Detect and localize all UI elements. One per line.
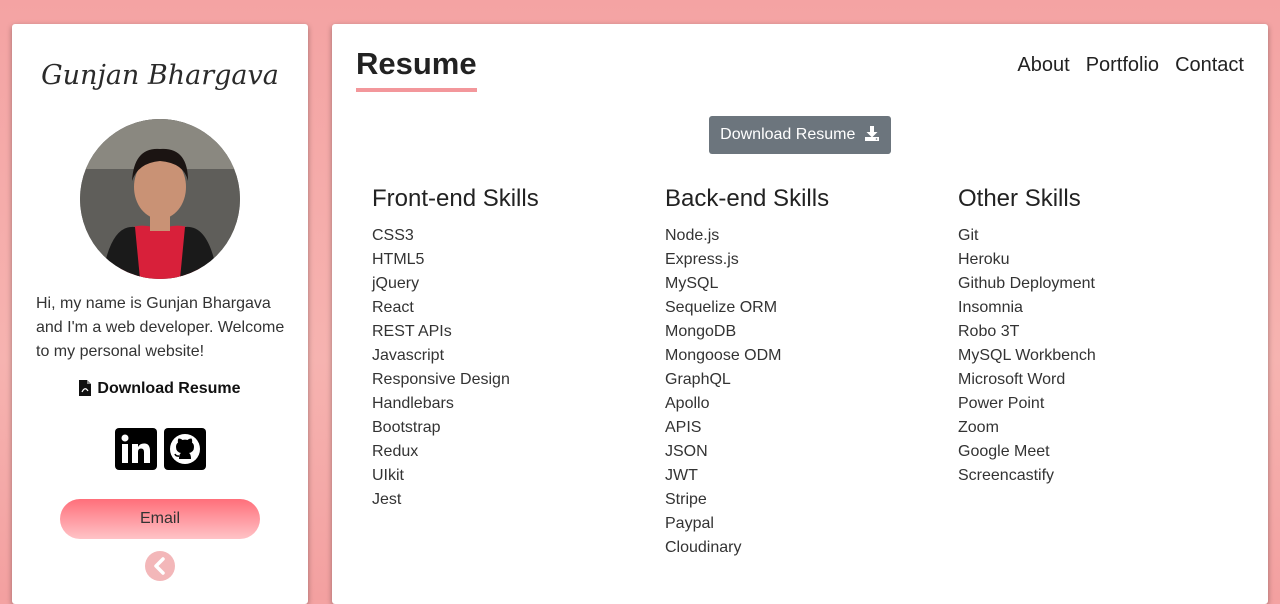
profile-name: Gunjan Bhargava (41, 60, 279, 91)
top-nav: About Portfolio Contact (1017, 54, 1244, 77)
list-item: Express.js (665, 251, 739, 268)
list-item: Stripe (665, 491, 707, 508)
list-item: Node.js (665, 227, 720, 244)
list-item: JSON (665, 443, 708, 460)
list-item: Google Meet (958, 443, 1050, 460)
list-item: UIkit (372, 467, 404, 484)
list-item: Apollo (665, 395, 710, 412)
list-item: Robo 3T (958, 323, 1020, 340)
list-item: Power Point (958, 395, 1045, 412)
list-item: jQuery (372, 275, 420, 292)
skills-list: Node.js Express.js MySQL Sequelize ORM Mongo… (665, 224, 945, 560)
pdf-file-icon (79, 380, 92, 401)
nav-portfolio[interactable]: Portfolio (1086, 54, 1159, 77)
download-resume-button[interactable]: Download Resume (709, 116, 891, 154)
list-item: MySQL Workbench (958, 347, 1096, 364)
list-item: MySQL (665, 275, 719, 292)
list-item: Zoom (958, 419, 999, 436)
list-item: Heroku (958, 251, 1010, 268)
list-item: Microsoft Word (958, 371, 1066, 388)
column-heading: Other Skills (958, 185, 1081, 212)
list-item: Bootstrap (372, 419, 441, 436)
frontend-skills-column: Front-end Skills CSS3 HTML5 jQuery React RES… (372, 184, 652, 512)
github-icon[interactable] (164, 428, 206, 470)
download-resume-link[interactable]: Download Resume (12, 380, 308, 401)
list-item: Insomnia (958, 299, 1023, 316)
list-item: MongoDB (665, 323, 737, 340)
profile-sidebar: Gunjan Bhargava Hi, my name is Gunjan Bh… (12, 24, 308, 604)
nav-contact[interactable]: Contact (1175, 54, 1244, 77)
list-item: JWT (665, 467, 698, 484)
skills-list: CSS3 HTML5 jQuery React REST APIs Javascript R… (372, 224, 652, 512)
list-item: REST APIs (372, 323, 452, 340)
list-item: Github Deployment (958, 275, 1095, 292)
collapse-sidebar-button[interactable] (145, 551, 175, 581)
list-item: Redux (372, 443, 419, 460)
list-item: Git (958, 227, 979, 244)
intro-text: Hi, my name is Gunjan Bhargava and I'm a… (36, 295, 285, 360)
list-item: Sequelize ORM (665, 299, 778, 316)
skills-list: Git Heroku Github Deployment Insomnia Robo 3… (958, 224, 1238, 488)
list-item: HTML5 (372, 251, 425, 268)
backend-skills-column: Back-end Skills Node.js Express.js MySQL Se… (665, 184, 945, 560)
list-item: GraphQL (665, 371, 731, 388)
avatar (80, 119, 240, 279)
list-item: React (372, 299, 414, 316)
list-item: Handlebars (372, 395, 454, 412)
list-item: Screencastify (958, 467, 1055, 484)
page-title: Resume (356, 46, 477, 92)
list-item: Cloudinary (665, 539, 742, 556)
social-links (115, 428, 206, 470)
download-resume-label: Download Resume (97, 380, 241, 397)
list-item: Responsive Design (372, 371, 510, 388)
list-item: Paypal (665, 515, 714, 532)
download-icon (864, 118, 880, 156)
list-item: Javascript (372, 347, 445, 364)
other-skills-column: Other Skills Git Heroku Github Deployment I… (958, 184, 1238, 488)
list-item: Mongoose ODM (665, 347, 782, 364)
list-item: Jest (372, 491, 402, 508)
list-item: APIS (665, 419, 702, 436)
resume-panel: Resume About Portfolio Contact Download … (332, 24, 1268, 604)
download-resume-button-label: Download Resume (720, 126, 856, 143)
column-heading: Back-end Skills (665, 185, 830, 212)
chevron-left-icon (145, 551, 175, 581)
nav-about[interactable]: About (1017, 54, 1069, 77)
linkedin-icon[interactable] (115, 428, 157, 470)
list-item: CSS3 (372, 227, 414, 244)
column-heading: Front-end Skills (372, 185, 539, 212)
email-button[interactable]: Email (60, 499, 260, 539)
